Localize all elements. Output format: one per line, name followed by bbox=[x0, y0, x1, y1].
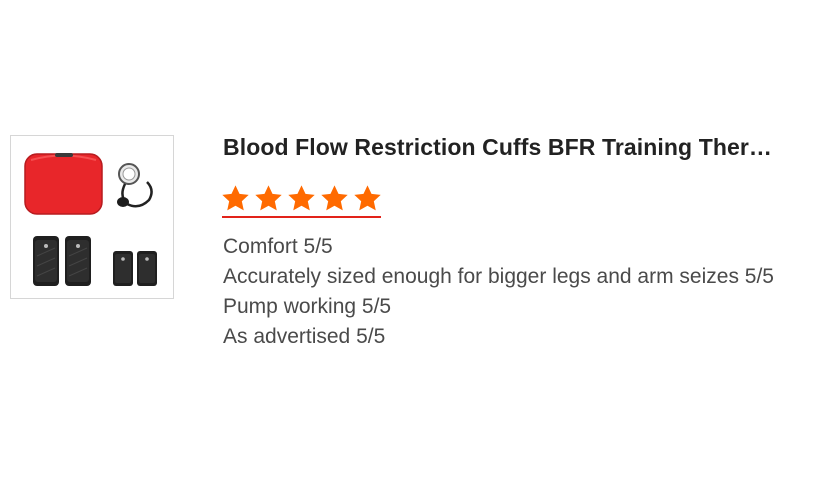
star-rating bbox=[220, 183, 383, 217]
product-title[interactable]: Blood Flow Restriction Cuffs BFR Trainin… bbox=[223, 134, 823, 161]
star-icon bbox=[222, 185, 249, 211]
product-thumbnail[interactable] bbox=[10, 135, 174, 299]
review-line-comfort: Comfort 5/5 bbox=[223, 235, 333, 258]
star-icon bbox=[288, 185, 315, 211]
star-icon bbox=[321, 185, 348, 211]
rating-underline bbox=[222, 216, 381, 218]
review-line-advertised: As advertised 5/5 bbox=[223, 325, 386, 348]
star-icon bbox=[255, 185, 282, 211]
bfr-cuffs-kit-image bbox=[24, 153, 157, 286]
review-line-sizing: Accurately sized enough for bigger legs … bbox=[223, 265, 774, 288]
star-icon bbox=[354, 185, 381, 211]
review-text: Comfort 5/5 Accurately sized enough for … bbox=[223, 232, 774, 352]
review-card: Blood Flow Restriction Cuffs BFR Trainin… bbox=[0, 0, 838, 485]
review-line-pump: Pump working 5/5 bbox=[223, 295, 392, 318]
